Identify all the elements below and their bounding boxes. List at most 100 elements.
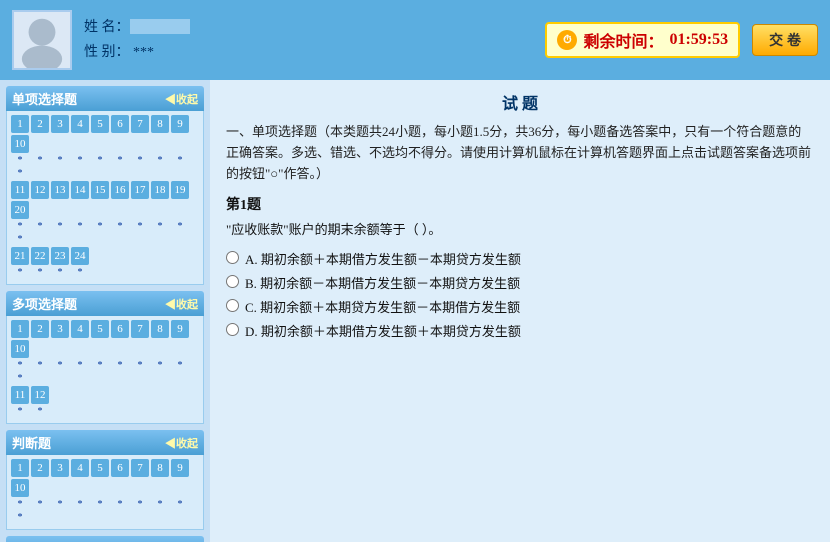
q-cell[interactable]: 8 xyxy=(151,115,169,133)
q-cell[interactable]: 9 xyxy=(171,115,189,133)
star: * xyxy=(71,499,89,510)
q-cell[interactable]: 8 xyxy=(151,320,169,338)
option-a-text: A. 期初余额＋本期借方发生额－本期贷方发生额 xyxy=(245,249,521,268)
star: * xyxy=(51,221,69,232)
judgment-stars-1: * * * * * * * * * * xyxy=(11,499,199,523)
q-cell[interactable]: 22 xyxy=(31,247,49,265)
q-cell[interactable]: 1 xyxy=(11,459,29,477)
single-stars-1: * * * * * * * * * * xyxy=(11,155,199,179)
q-cell[interactable]: 10 xyxy=(11,340,29,358)
q-cell[interactable]: 14 xyxy=(71,181,89,199)
star: * xyxy=(11,360,29,371)
q-cell[interactable]: 9 xyxy=(171,320,189,338)
q-cell[interactable]: 16 xyxy=(111,181,129,199)
star: * xyxy=(151,360,169,371)
star: * xyxy=(31,221,49,232)
q-cell[interactable]: 7 xyxy=(131,115,149,133)
q-cell[interactable]: 1 xyxy=(11,115,29,133)
q-cell[interactable]: 4 xyxy=(71,115,89,133)
q-cell[interactable]: 1 xyxy=(11,320,29,338)
gender-value: *** xyxy=(133,45,154,60)
uncertain-section: 不定项选择题 ◀收起 1 2 3 * * * xyxy=(6,536,204,542)
q-cell[interactable]: 8 xyxy=(151,459,169,477)
q-cell[interactable]: 24 xyxy=(71,247,89,265)
radio-c[interactable] xyxy=(226,299,239,312)
q-cell[interactable]: 21 xyxy=(11,247,29,265)
star: * xyxy=(151,155,169,166)
star: * xyxy=(131,499,149,510)
section-intro: 一、单项选择题（本类题共24小题，每小题1.5分，共36分，每小题备选答案中，只… xyxy=(226,122,814,184)
star: * xyxy=(91,155,109,166)
q-cell[interactable]: 4 xyxy=(71,320,89,338)
timer-box: ⏱ 剩余时间： 01:59:53 xyxy=(545,22,740,58)
question-text: "应收账款"账户的期末余额等于（ ）。 xyxy=(226,220,814,241)
judgment-section: 判断题 ◀收起 1 2 3 4 5 6 7 8 9 10 * xyxy=(6,430,204,530)
q-cell[interactable]: 7 xyxy=(131,459,149,477)
star: * xyxy=(171,499,189,510)
q-cell[interactable]: 2 xyxy=(31,115,49,133)
submit-button[interactable]: 交 卷 xyxy=(752,24,818,56)
q-cell[interactable]: 11 xyxy=(11,386,29,404)
star: * xyxy=(171,221,189,232)
q-cell[interactable]: 6 xyxy=(111,459,129,477)
question-label: 第1题 xyxy=(226,194,814,214)
radio-b[interactable] xyxy=(226,275,239,288)
q-cell[interactable]: 12 xyxy=(31,386,49,404)
option-a[interactable]: A. 期初余额＋本期借方发生额－本期贷方发生额 xyxy=(226,249,814,268)
main-area: 单项选择题 ◀收起 1 2 3 4 5 6 7 8 9 10 * xyxy=(0,80,830,542)
q-cell[interactable]: 4 xyxy=(71,459,89,477)
radio-d[interactable] xyxy=(226,323,239,336)
q-cell[interactable]: 19 xyxy=(171,181,189,199)
option-b[interactable]: B. 期初余额－本期借方发生额－本期贷方发生额 xyxy=(226,273,814,292)
multi-choice-grid: 1 2 3 4 5 6 7 8 9 10 * * * * * * xyxy=(6,316,204,424)
q-cell[interactable]: 7 xyxy=(131,320,149,338)
star: * xyxy=(51,155,69,166)
q-cell[interactable]: 9 xyxy=(171,459,189,477)
q-cell[interactable]: 20 xyxy=(11,201,29,219)
q-cell[interactable]: 18 xyxy=(151,181,169,199)
option-c[interactable]: C. 期初余额＋本期贷方发生额－本期借方发生额 xyxy=(226,297,814,316)
q-cell[interactable]: 6 xyxy=(111,320,129,338)
star: * xyxy=(91,221,109,232)
name-label: 姓 名： xyxy=(84,20,130,35)
q-cell[interactable]: 17 xyxy=(131,181,149,199)
star: * xyxy=(151,499,169,510)
q-cell[interactable]: 3 xyxy=(51,320,69,338)
star: * xyxy=(51,267,69,278)
radio-a[interactable] xyxy=(226,251,239,264)
option-d[interactable]: D. 期初余额＋本期借方发生额＋本期贷方发生额 xyxy=(226,321,814,340)
star: * xyxy=(151,221,169,232)
header: 姓 名： 性 别： *** ⏱ 剩余时间： 01:59:53 交 卷 xyxy=(0,0,830,80)
option-b-text: B. 期初余额－本期借方发生额－本期贷方发生额 xyxy=(245,273,520,292)
star: * xyxy=(31,155,49,166)
q-cell[interactable]: 15 xyxy=(91,181,109,199)
star: * xyxy=(11,373,29,384)
clock-icon: ⏱ xyxy=(557,30,577,50)
timer-label: 剩余时间： xyxy=(583,28,663,52)
star: * xyxy=(171,155,189,166)
q-cell[interactable]: 11 xyxy=(11,181,29,199)
single-choice-collapse[interactable]: ◀收起 xyxy=(165,91,198,107)
q-cell[interactable]: 23 xyxy=(51,247,69,265)
q-cell[interactable]: 10 xyxy=(11,479,29,497)
q-cell[interactable]: 5 xyxy=(91,320,109,338)
q-cell[interactable]: 3 xyxy=(51,115,69,133)
judgment-grid: 1 2 3 4 5 6 7 8 9 10 * * * * * * xyxy=(6,455,204,530)
q-cell[interactable]: 3 xyxy=(51,459,69,477)
option-d-text: D. 期初余额＋本期借方发生额＋本期贷方发生额 xyxy=(245,321,521,340)
q-cell[interactable]: 10 xyxy=(11,135,29,153)
q-cell[interactable]: 5 xyxy=(91,459,109,477)
multi-choice-collapse[interactable]: ◀收起 xyxy=(165,296,198,312)
q-cell[interactable]: 2 xyxy=(31,320,49,338)
star: * xyxy=(11,234,29,245)
single-choice-title: 单项选择题 xyxy=(12,89,77,108)
q-cell[interactable]: 5 xyxy=(91,115,109,133)
q-cell[interactable]: 2 xyxy=(31,459,49,477)
star: * xyxy=(11,267,29,278)
judgment-collapse[interactable]: ◀收起 xyxy=(165,435,198,451)
q-cell[interactable]: 12 xyxy=(31,181,49,199)
right-panel: 试 题 一、单项选择题（本类题共24小题，每小题1.5分，共36分，每小题备选答… xyxy=(210,80,830,542)
star: * xyxy=(11,168,29,179)
q-cell[interactable]: 6 xyxy=(111,115,129,133)
q-cell[interactable]: 13 xyxy=(51,181,69,199)
